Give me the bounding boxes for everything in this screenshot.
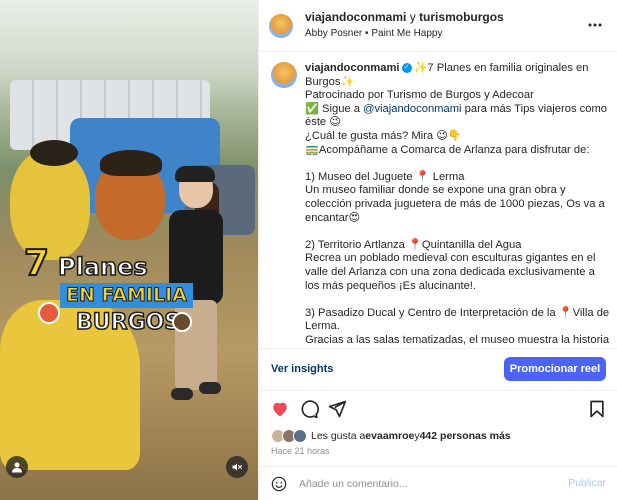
speaker-muted-glyph (232, 463, 242, 471)
caption-line2: Patrocinado por Turismo de Burgos y Adec… (305, 89, 534, 102)
action-bar (259, 390, 617, 426)
yellow-statue-head (10, 150, 90, 260)
overlay-en-familia: EN FAMILIA (60, 283, 193, 308)
liker-avatars (271, 429, 307, 443)
author-avatar[interactable] (269, 14, 293, 38)
user-tag-icon[interactable] (6, 456, 28, 478)
overlay-burgos: BURGOS (75, 310, 181, 335)
caption-line5: 🚃Acompáñame a Comarca de Arlanza para di… (305, 143, 590, 156)
item1-title: 1) Museo del Juguete 📍 Lerma (305, 170, 465, 183)
bookmark-icon[interactable] (587, 399, 607, 419)
overlay-number: 7 (23, 243, 50, 284)
promote-reel-button[interactable]: Promocionar reel (504, 357, 606, 381)
post-header: viajandoconmami y turismoburgos Abby Pos… (259, 0, 617, 52)
view-insights-link[interactable]: Ver insights (271, 363, 333, 375)
woman-shoe (199, 382, 221, 394)
woman-shoe (171, 388, 193, 400)
comment-input[interactable] (299, 475, 539, 493)
emoji-icon[interactable] (271, 476, 287, 492)
collab-username-link[interactable]: turismoburgos (419, 10, 504, 24)
yellow-statue-hair (30, 140, 78, 166)
item2-text: Recrea un poblado medieval con escultura… (305, 252, 596, 292)
comment-icon[interactable] (299, 399, 319, 419)
collab-usernames: viajandoconmami y turismoburgos (305, 10, 504, 24)
liker-username-link[interactable]: evaamroe (365, 430, 414, 442)
caption-line3-prefix: ✅ Sigue a (305, 102, 364, 115)
dots-glyph (588, 23, 602, 27)
mention-link[interactable]: @viajandoconmami (363, 103, 461, 115)
insights-bar: Ver insights Promocionar reel (259, 348, 617, 390)
boy-sticker-icon (172, 312, 192, 332)
like-heart-icon[interactable] (270, 399, 290, 419)
caption-avatar[interactable] (271, 62, 297, 88)
speaker-muted-icon[interactable] (226, 456, 248, 478)
overlay-planes: Planes (57, 253, 148, 281)
caption-text: viajandoconmami ✓ ✨7 Planes en familia ori… (305, 62, 611, 348)
likes-prefix: Les gusta a (311, 430, 366, 442)
audio-info[interactable]: Abby Posner • Paint Me Happy (305, 28, 443, 39)
item2-title: 2) Territorio Artlanza 📍Quintanilla del … (305, 238, 522, 251)
and-label: y (409, 10, 416, 24)
item3-text: Gracias a las salas tematizadas, el muse… (305, 333, 610, 348)
woman-cap (175, 166, 215, 182)
caption-line3: ✅ Sigue a @viajandoconmami para más Tips… (305, 103, 611, 130)
username-link[interactable]: viajandoconmami (305, 10, 406, 24)
likes-summary: Les gusta a evaamroe y 442 personas más (271, 428, 511, 444)
more-options-icon[interactable] (588, 18, 602, 32)
likes-count-link[interactable]: 442 personas más (420, 430, 511, 442)
girl-sticker-icon (38, 302, 60, 324)
reel-video[interactable]: 7 Planes EN FAMILIA BURGOS (0, 0, 258, 500)
audio-artist: Abby Posner (305, 28, 363, 39)
item1-text: Un museo familiar donde se expone una gr… (305, 184, 605, 224)
post-timestamp[interactable]: Hace 21 horas (271, 446, 330, 456)
audio-separator: • (365, 28, 369, 39)
post-panel: viajandoconmami y turismoburgos Abby Pos… (258, 0, 617, 500)
publish-button[interactable]: Publicar (568, 477, 606, 489)
item3-title: 3) Pasadizo Ducal y Centro de Interpreta… (305, 306, 610, 333)
user-tag-glyph (12, 462, 22, 473)
comment-bar: Publicar (259, 466, 617, 500)
caption-first-line: viajandoconmami ✓ ✨7 Planes en familia ori… (305, 62, 611, 89)
caption-username[interactable]: viajandoconmami (305, 62, 400, 74)
post-modal: 7 Planes EN FAMILIA BURGOS viajandoconma… (0, 0, 617, 500)
caption-section: viajandoconmami ✓ ✨7 Planes en familia ori… (259, 52, 617, 348)
verified-badge-icon: ✓ (401, 63, 412, 74)
share-icon[interactable] (327, 399, 347, 419)
orange-statue-hair (100, 150, 162, 176)
liker-avatar (293, 429, 307, 443)
caption-line4: ¿Cuál te gusta más? Mira 😉👇 (305, 129, 462, 142)
audio-title: Paint Me Happy (371, 28, 443, 39)
